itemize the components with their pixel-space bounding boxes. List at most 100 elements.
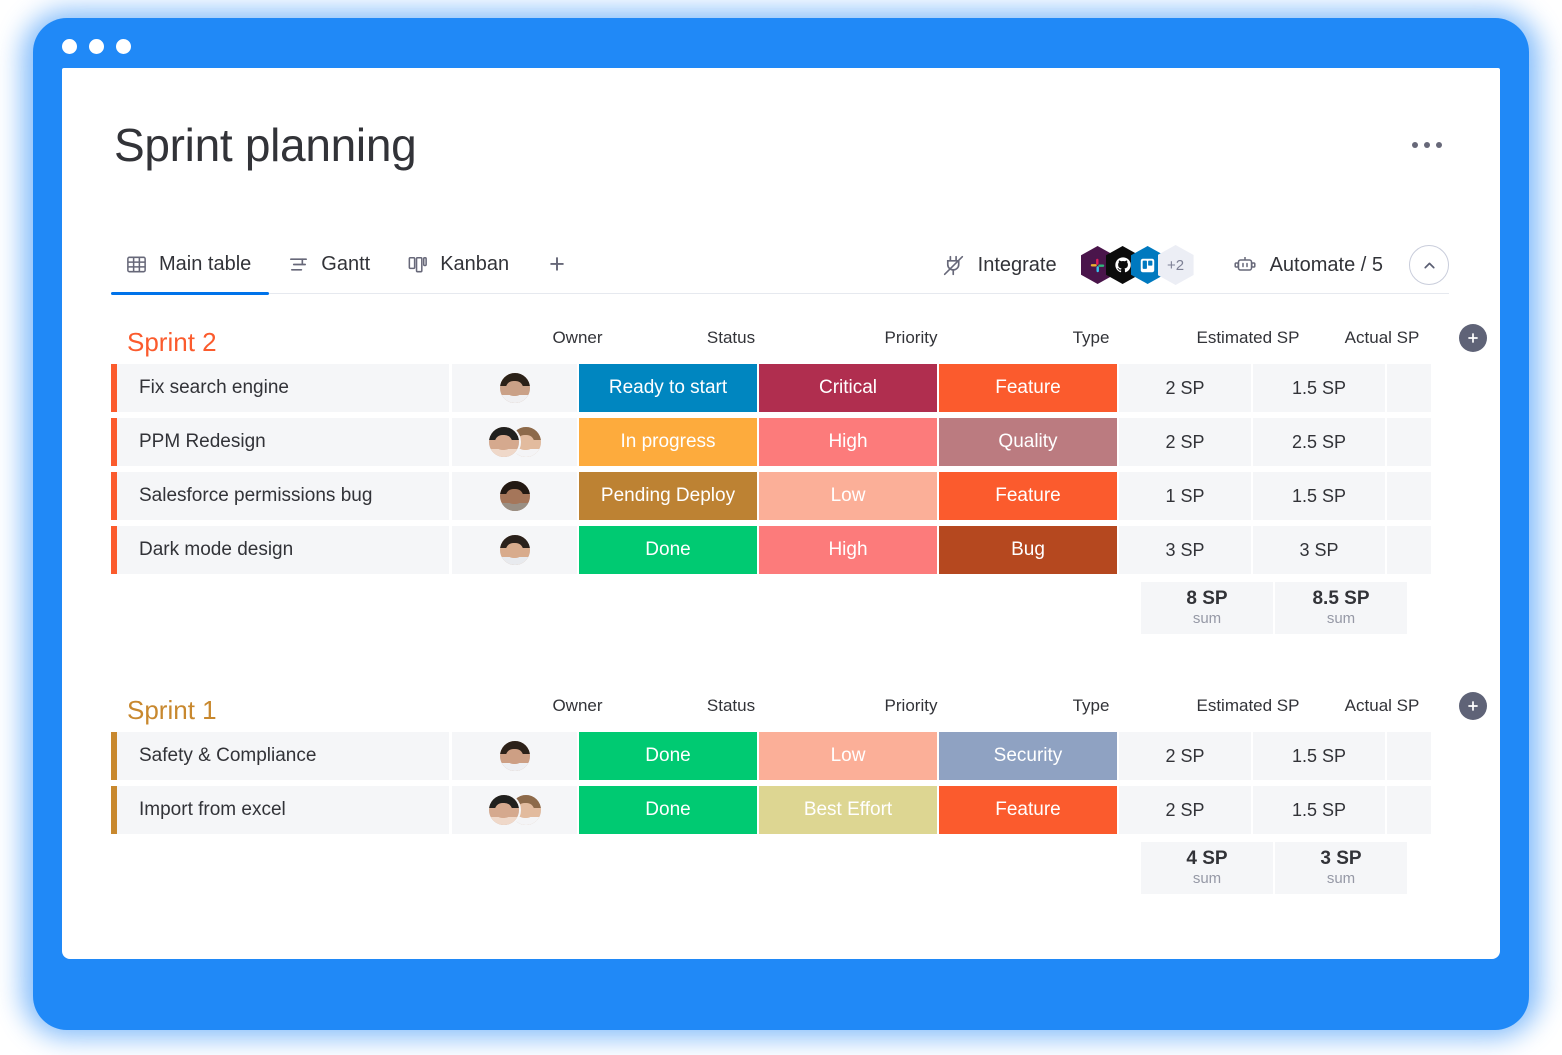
row-empty-cell[interactable] xyxy=(1387,364,1431,412)
kebab-menu-icon[interactable] xyxy=(1406,132,1448,158)
row-type-cell[interactable]: Bug xyxy=(939,526,1117,574)
row-owner-cell[interactable] xyxy=(452,526,577,574)
row-actual-sp-cell[interactable]: 1.5 SP xyxy=(1253,786,1385,834)
group-title[interactable]: Sprint 1 xyxy=(111,695,217,726)
row-priority-cell[interactable]: Best Effort xyxy=(759,786,937,834)
row-actual-sp-cell[interactable]: 3 SP xyxy=(1253,526,1385,574)
integrate-button[interactable]: Integrate xyxy=(931,253,1067,278)
integrations-more-button[interactable]: +2 xyxy=(1157,245,1194,285)
row-empty-cell[interactable] xyxy=(1387,418,1431,466)
table-row[interactable]: Salesforce permissions bug Pending Deploy… xyxy=(111,472,1451,520)
avatar[interactable] xyxy=(486,793,521,827)
row-owner-cell[interactable] xyxy=(452,418,577,466)
row-status-cell[interactable]: In progress xyxy=(579,418,757,466)
table-row[interactable]: Fix search engine Ready to start Critical F… xyxy=(111,364,1451,412)
summary-cell-estimated-sp[interactable]: 4 SP sum xyxy=(1141,842,1273,894)
column-header-priority[interactable]: Priority xyxy=(822,696,1000,716)
row-estimated-sp-cell[interactable]: 2 SP xyxy=(1119,364,1251,412)
collapse-toolbar-button[interactable] xyxy=(1409,245,1449,285)
column-header-priority[interactable]: Priority xyxy=(822,328,1000,348)
board-toolbar: Integrate +2 Automate / 5 xyxy=(931,236,1449,294)
column-header-actual-sp[interactable]: Actual SP xyxy=(1316,328,1448,348)
row-owner-cell[interactable] xyxy=(452,364,577,412)
row-type-cell[interactable]: Quality xyxy=(939,418,1117,466)
tab-gantt[interactable]: Gantt xyxy=(269,236,388,294)
column-header-status[interactable]: Status xyxy=(642,696,820,716)
row-actual-sp-cell[interactable]: 1.5 SP xyxy=(1253,364,1385,412)
avatar[interactable] xyxy=(497,533,532,567)
row-estimated-sp-cell[interactable]: 1 SP xyxy=(1119,472,1251,520)
row-owner-cell[interactable] xyxy=(452,786,577,834)
group-summary-row: 8 SP sum 8.5 SP sum xyxy=(111,582,1451,634)
row-empty-cell[interactable] xyxy=(1387,786,1431,834)
column-header-estimated-sp[interactable]: Estimated SP xyxy=(1182,328,1314,348)
row-priority-cell[interactable]: High xyxy=(759,526,937,574)
row-type-cell[interactable]: Feature xyxy=(939,786,1117,834)
row-type-cell[interactable]: Feature xyxy=(939,472,1117,520)
row-name-cell[interactable]: Import from excel xyxy=(117,786,450,834)
column-header-estimated-sp[interactable]: Estimated SP xyxy=(1182,696,1314,716)
avatar[interactable] xyxy=(497,371,532,405)
robot-icon xyxy=(1232,252,1258,278)
window-maximize-dot[interactable] xyxy=(116,39,131,54)
group-title[interactable]: Sprint 2 xyxy=(111,327,217,358)
summary-value: 4 SP xyxy=(1186,848,1228,870)
row-actual-sp-cell[interactable]: 2.5 SP xyxy=(1253,418,1385,466)
board-group-sprint-1: Sprint 1 Owner Status Priority Type Estimated… xyxy=(111,688,1487,894)
row-type-cell[interactable]: Feature xyxy=(939,364,1117,412)
window-close-dot[interactable] xyxy=(62,39,77,54)
row-name-cell[interactable]: Salesforce permissions bug xyxy=(117,472,450,520)
row-status-cell[interactable]: Pending Deploy xyxy=(579,472,757,520)
row-status-cell[interactable]: Done xyxy=(579,526,757,574)
column-header-status[interactable]: Status xyxy=(642,328,820,348)
row-type-cell[interactable]: Security xyxy=(939,732,1117,780)
summary-cell-actual-sp[interactable]: 3 SP sum xyxy=(1275,842,1407,894)
row-empty-cell[interactable] xyxy=(1387,526,1431,574)
summary-cell-estimated-sp[interactable]: 8 SP sum xyxy=(1141,582,1273,634)
row-priority-cell[interactable]: Critical xyxy=(759,364,937,412)
table-row[interactable]: Import from excel Done Best Effort Feature 2… xyxy=(111,786,1451,834)
row-empty-cell[interactable] xyxy=(1387,472,1431,520)
automate-button[interactable]: Automate / 5 xyxy=(1222,252,1393,278)
add-column-button[interactable] xyxy=(1459,324,1487,352)
row-owner-cell[interactable] xyxy=(452,732,577,780)
table-icon xyxy=(125,253,148,276)
row-status-cell[interactable]: Done xyxy=(579,732,757,780)
row-name-cell[interactable]: Fix search engine xyxy=(117,364,450,412)
tab-kanban[interactable]: Kanban xyxy=(388,236,527,294)
table-row[interactable]: PPM Redesign In progress High Quality 2 SP 2.… xyxy=(111,418,1451,466)
row-priority-cell[interactable]: Low xyxy=(759,732,937,780)
avatar[interactable] xyxy=(497,479,532,513)
table-row[interactable]: Dark mode design Done High Bug 3 SP 3 SP xyxy=(111,526,1451,574)
column-header-owner[interactable]: Owner xyxy=(515,328,640,348)
row-empty-cell[interactable] xyxy=(1387,732,1431,780)
summary-cell-actual-sp[interactable]: 8.5 SP sum xyxy=(1275,582,1407,634)
avatar[interactable] xyxy=(497,739,532,773)
table-row[interactable]: Safety & Compliance Done Low Security 2 SP 1.… xyxy=(111,732,1451,780)
row-status-cell[interactable]: Done xyxy=(579,786,757,834)
row-name-cell[interactable]: Safety & Compliance xyxy=(117,732,450,780)
row-name-cell[interactable]: Dark mode design xyxy=(117,526,450,574)
row-estimated-sp-cell[interactable]: 2 SP xyxy=(1119,418,1251,466)
row-priority-cell[interactable]: Low xyxy=(759,472,937,520)
title-row: Sprint planning xyxy=(114,122,1448,168)
column-header-type[interactable]: Type xyxy=(1002,696,1180,716)
avatar[interactable] xyxy=(486,425,521,459)
column-header-owner[interactable]: Owner xyxy=(515,696,640,716)
column-header-actual-sp[interactable]: Actual SP xyxy=(1316,696,1448,716)
tab-main-table[interactable]: Main table xyxy=(111,236,270,295)
window-minimize-dot[interactable] xyxy=(89,39,104,54)
summary-value: 8 SP xyxy=(1186,588,1228,610)
add-column-button[interactable] xyxy=(1459,692,1487,720)
row-status-cell[interactable]: Ready to start xyxy=(579,364,757,412)
row-actual-sp-cell[interactable]: 1.5 SP xyxy=(1253,472,1385,520)
row-owner-cell[interactable] xyxy=(452,472,577,520)
row-name-cell[interactable]: PPM Redesign xyxy=(117,418,450,466)
column-header-type[interactable]: Type xyxy=(1002,328,1180,348)
row-priority-cell[interactable]: High xyxy=(759,418,937,466)
row-estimated-sp-cell[interactable]: 2 SP xyxy=(1119,786,1251,834)
add-view-button[interactable]: + xyxy=(527,251,587,278)
row-estimated-sp-cell[interactable]: 2 SP xyxy=(1119,732,1251,780)
row-estimated-sp-cell[interactable]: 3 SP xyxy=(1119,526,1251,574)
row-actual-sp-cell[interactable]: 1.5 SP xyxy=(1253,732,1385,780)
